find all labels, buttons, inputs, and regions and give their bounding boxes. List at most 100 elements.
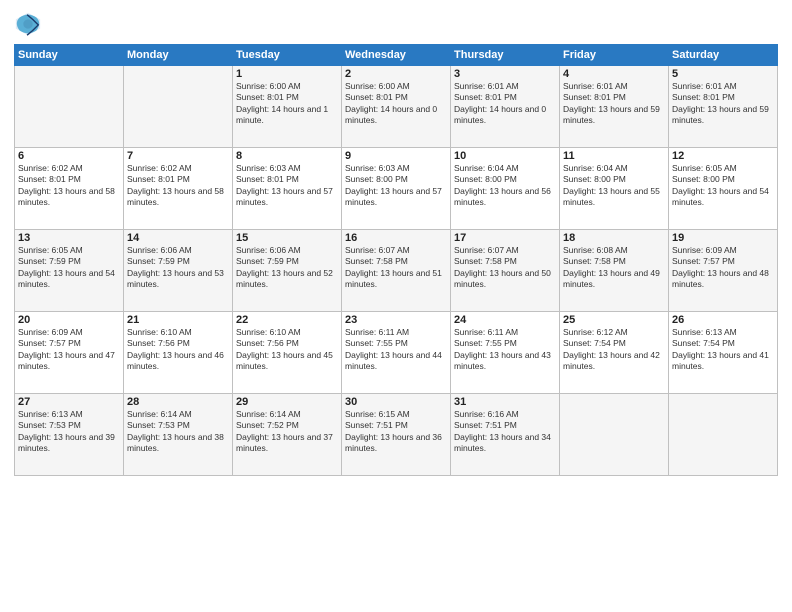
day-number: 8 <box>236 150 338 162</box>
header <box>14 10 778 38</box>
day-cell: 17Sunrise: 6:07 AMSunset: 7:58 PMDayligh… <box>451 230 560 312</box>
day-info: Sunrise: 6:05 AMSunset: 8:00 PMDaylight:… <box>672 163 774 209</box>
day-cell: 12Sunrise: 6:05 AMSunset: 8:00 PMDayligh… <box>669 148 778 230</box>
day-number: 4 <box>563 68 665 80</box>
day-info: Sunrise: 6:14 AMSunset: 7:53 PMDaylight:… <box>127 409 229 455</box>
day-number: 14 <box>127 232 229 244</box>
day-cell: 2Sunrise: 6:00 AMSunset: 8:01 PMDaylight… <box>342 66 451 148</box>
day-info: Sunrise: 6:12 AMSunset: 7:54 PMDaylight:… <box>563 327 665 373</box>
day-number: 29 <box>236 396 338 408</box>
day-cell: 16Sunrise: 6:07 AMSunset: 7:58 PMDayligh… <box>342 230 451 312</box>
day-info: Sunrise: 6:00 AMSunset: 8:01 PMDaylight:… <box>345 81 447 127</box>
day-info: Sunrise: 6:15 AMSunset: 7:51 PMDaylight:… <box>345 409 447 455</box>
day-info: Sunrise: 6:01 AMSunset: 8:01 PMDaylight:… <box>672 81 774 127</box>
day-info: Sunrise: 6:10 AMSunset: 7:56 PMDaylight:… <box>236 327 338 373</box>
day-number: 24 <box>454 314 556 326</box>
day-info: Sunrise: 6:01 AMSunset: 8:01 PMDaylight:… <box>563 81 665 127</box>
day-cell: 20Sunrise: 6:09 AMSunset: 7:57 PMDayligh… <box>15 312 124 394</box>
week-row-1: 1 Sunrise: 6:00 AMSunset: 8:01 PMDaylight… <box>15 66 778 148</box>
day-info: Sunrise: 6:04 AMSunset: 8:00 PMDaylight:… <box>454 163 556 209</box>
day-cell <box>15 66 124 148</box>
day-number: 7 <box>127 150 229 162</box>
day-info: Sunrise: 6:06 AMSunset: 7:59 PMDaylight:… <box>127 245 229 291</box>
week-row-3: 13Sunrise: 6:05 AMSunset: 7:59 PMDayligh… <box>15 230 778 312</box>
day-number: 27 <box>18 396 120 408</box>
day-number: 30 <box>345 396 447 408</box>
day-cell: 31Sunrise: 6:16 AMSunset: 7:51 PMDayligh… <box>451 394 560 476</box>
day-info: Sunrise: 6:10 AMSunset: 7:56 PMDaylight:… <box>127 327 229 373</box>
day-cell: 10Sunrise: 6:04 AMSunset: 8:00 PMDayligh… <box>451 148 560 230</box>
day-cell: 30Sunrise: 6:15 AMSunset: 7:51 PMDayligh… <box>342 394 451 476</box>
day-number: 18 <box>563 232 665 244</box>
day-cell: 6Sunrise: 6:02 AMSunset: 8:01 PMDaylight… <box>15 148 124 230</box>
day-info: Sunrise: 6:05 AMSunset: 7:59 PMDaylight:… <box>18 245 120 291</box>
day-info: Sunrise: 6:13 AMSunset: 7:53 PMDaylight:… <box>18 409 120 455</box>
day-info: Sunrise: 6:13 AMSunset: 7:54 PMDaylight:… <box>672 327 774 373</box>
day-cell: 3Sunrise: 6:01 AMSunset: 8:01 PMDaylight… <box>451 66 560 148</box>
day-info: Sunrise: 6:03 AMSunset: 8:01 PMDaylight:… <box>236 163 338 209</box>
day-number: 9 <box>345 150 447 162</box>
day-number: 28 <box>127 396 229 408</box>
day-number: 25 <box>563 314 665 326</box>
day-number: 19 <box>672 232 774 244</box>
day-cell: 15Sunrise: 6:06 AMSunset: 7:59 PMDayligh… <box>233 230 342 312</box>
day-number: 23 <box>345 314 447 326</box>
day-cell: 5Sunrise: 6:01 AMSunset: 8:01 PMDaylight… <box>669 66 778 148</box>
day-number: 16 <box>345 232 447 244</box>
day-info: Sunrise: 6:11 AMSunset: 7:55 PMDaylight:… <box>345 327 447 373</box>
page: SundayMondayTuesdayWednesdayThursdayFrid… <box>0 0 792 612</box>
day-number: 31 <box>454 396 556 408</box>
day-info: Sunrise: 6:02 AMSunset: 8:01 PMDaylight:… <box>127 163 229 209</box>
weekday-header-friday: Friday <box>560 45 669 66</box>
day-number: 15 <box>236 232 338 244</box>
day-cell: 29Sunrise: 6:14 AMSunset: 7:52 PMDayligh… <box>233 394 342 476</box>
day-number: 1 <box>236 68 338 80</box>
day-cell: 14Sunrise: 6:06 AMSunset: 7:59 PMDayligh… <box>124 230 233 312</box>
day-number: 3 <box>454 68 556 80</box>
day-cell: 19Sunrise: 6:09 AMSunset: 7:57 PMDayligh… <box>669 230 778 312</box>
day-cell: 25Sunrise: 6:12 AMSunset: 7:54 PMDayligh… <box>560 312 669 394</box>
day-number: 2 <box>345 68 447 80</box>
week-row-2: 6Sunrise: 6:02 AMSunset: 8:01 PMDaylight… <box>15 148 778 230</box>
day-number: 10 <box>454 150 556 162</box>
day-info: Sunrise: 6:07 AMSunset: 7:58 PMDaylight:… <box>454 245 556 291</box>
day-cell: 27Sunrise: 6:13 AMSunset: 7:53 PMDayligh… <box>15 394 124 476</box>
day-cell: 21Sunrise: 6:10 AMSunset: 7:56 PMDayligh… <box>124 312 233 394</box>
logo <box>14 10 44 38</box>
day-info: Sunrise: 6:02 AMSunset: 8:01 PMDaylight:… <box>18 163 120 209</box>
day-number: 17 <box>454 232 556 244</box>
weekday-header-wednesday: Wednesday <box>342 45 451 66</box>
weekday-header-monday: Monday <box>124 45 233 66</box>
weekday-header-saturday: Saturday <box>669 45 778 66</box>
day-cell <box>669 394 778 476</box>
day-info: Sunrise: 6:01 AMSunset: 8:01 PMDaylight:… <box>454 81 556 127</box>
day-number: 11 <box>563 150 665 162</box>
calendar-table: SundayMondayTuesdayWednesdayThursdayFrid… <box>14 44 778 476</box>
day-number: 20 <box>18 314 120 326</box>
day-cell: 28Sunrise: 6:14 AMSunset: 7:53 PMDayligh… <box>124 394 233 476</box>
weekday-header-row: SundayMondayTuesdayWednesdayThursdayFrid… <box>15 45 778 66</box>
weekday-header-tuesday: Tuesday <box>233 45 342 66</box>
day-number: 22 <box>236 314 338 326</box>
day-info: Sunrise: 6:06 AMSunset: 7:59 PMDaylight:… <box>236 245 338 291</box>
day-cell: 9Sunrise: 6:03 AMSunset: 8:00 PMDaylight… <box>342 148 451 230</box>
day-info: Sunrise: 6:03 AMSunset: 8:00 PMDaylight:… <box>345 163 447 209</box>
weekday-header-sunday: Sunday <box>15 45 124 66</box>
day-info: Sunrise: 6:11 AMSunset: 7:55 PMDaylight:… <box>454 327 556 373</box>
weekday-header-thursday: Thursday <box>451 45 560 66</box>
day-cell: 23Sunrise: 6:11 AMSunset: 7:55 PMDayligh… <box>342 312 451 394</box>
day-cell <box>560 394 669 476</box>
day-cell: 4Sunrise: 6:01 AMSunset: 8:01 PMDaylight… <box>560 66 669 148</box>
day-info: Sunrise: 6:08 AMSunset: 7:58 PMDaylight:… <box>563 245 665 291</box>
day-cell: 24Sunrise: 6:11 AMSunset: 7:55 PMDayligh… <box>451 312 560 394</box>
day-cell: 11Sunrise: 6:04 AMSunset: 8:00 PMDayligh… <box>560 148 669 230</box>
day-cell: 26Sunrise: 6:13 AMSunset: 7:54 PMDayligh… <box>669 312 778 394</box>
day-cell <box>124 66 233 148</box>
day-info: Sunrise: 6:14 AMSunset: 7:52 PMDaylight:… <box>236 409 338 455</box>
day-number: 13 <box>18 232 120 244</box>
day-number: 12 <box>672 150 774 162</box>
day-info: Sunrise: 6:07 AMSunset: 7:58 PMDaylight:… <box>345 245 447 291</box>
logo-icon <box>14 10 42 38</box>
day-info: Sunrise: 6:16 AMSunset: 7:51 PMDaylight:… <box>454 409 556 455</box>
day-number: 5 <box>672 68 774 80</box>
